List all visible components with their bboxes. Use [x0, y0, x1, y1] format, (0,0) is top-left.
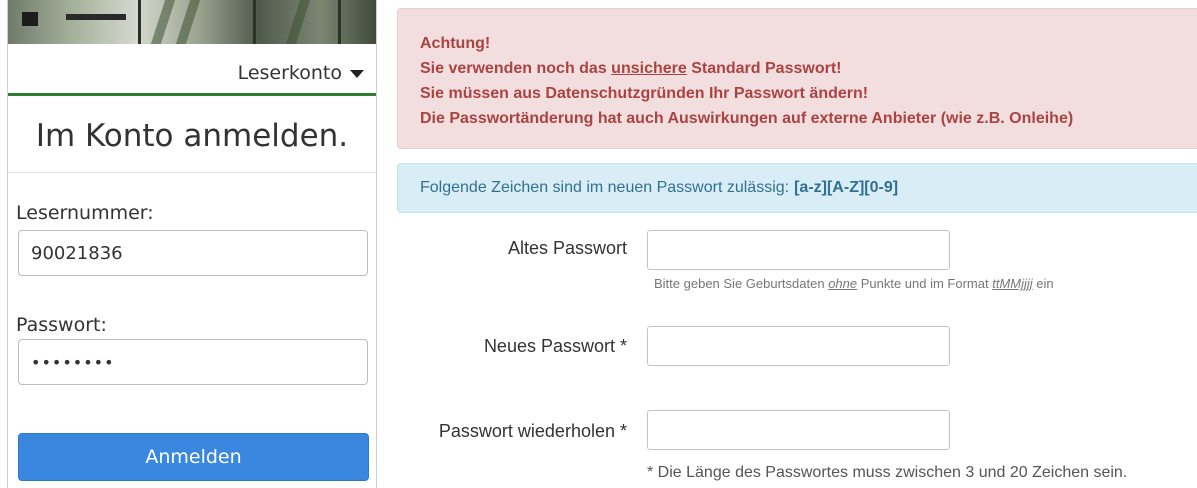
- warning-line-3: Sie müssen aus Datenschutzgründen Ihr Pa…: [420, 85, 869, 102]
- old-password-help: Bitte geben Sie Geburtsdaten ohne Punkte…: [654, 276, 1054, 291]
- account-menu-toggle[interactable]: Leserkonto: [238, 60, 364, 86]
- password-change-panel: Achtung! Sie verwenden noch das unsicher…: [392, 0, 1197, 488]
- new-password-label: Neues Passwort *: [483, 336, 627, 356]
- password-length-note: * Die Länge des Passwortes muss zwischen…: [647, 464, 1128, 481]
- caret-down-icon: [350, 70, 364, 78]
- warning-line-4: Die Passwortänderung hat auch Auswirkung…: [420, 110, 1074, 127]
- allowed-chars: [a-z][A-Z][0-9]: [794, 179, 899, 196]
- reader-number-value: 90021836: [31, 242, 123, 264]
- repeat-password-input[interactable]: [647, 410, 950, 450]
- old-password-input[interactable]: [647, 230, 950, 270]
- accent-divider: [8, 93, 376, 96]
- warning-alert: Achtung! Sie verwenden noch das unsicher…: [397, 8, 1197, 149]
- login-button[interactable]: Anmelden: [18, 433, 369, 481]
- header-banner-image: [8, 0, 376, 44]
- password-input[interactable]: ••••••••: [18, 339, 368, 385]
- warning-line-1: Achtung!: [420, 35, 491, 52]
- warning-underlined-word: unsichere: [611, 60, 687, 77]
- login-button-label: Anmelden: [145, 446, 242, 468]
- password-label: Passwort:: [16, 314, 107, 336]
- info-text: Folgende Zeichen sind im neuen Passwort …: [420, 179, 790, 196]
- account-menu-label: Leserkonto: [237, 62, 342, 84]
- old-password-label: Altes Passwort: [507, 238, 627, 258]
- reader-number-label: Lesernummer:: [16, 202, 154, 224]
- reader-number-input[interactable]: 90021836: [18, 230, 368, 276]
- login-title: Im Konto anmelden.: [35, 118, 349, 154]
- repeat-password-label: Passwort wiederholen *: [438, 421, 627, 441]
- password-masked-value: ••••••••: [31, 352, 115, 372]
- title-divider: [8, 172, 376, 173]
- allowed-chars-info: Folgende Zeichen sind im neuen Passwort …: [397, 163, 1197, 213]
- warning-line-2: Sie verwenden noch das unsichere Standar…: [420, 60, 842, 77]
- login-panel: Leserkonto Im Konto anmelden. Lesernumme…: [7, 0, 377, 488]
- new-password-input[interactable]: [647, 326, 950, 366]
